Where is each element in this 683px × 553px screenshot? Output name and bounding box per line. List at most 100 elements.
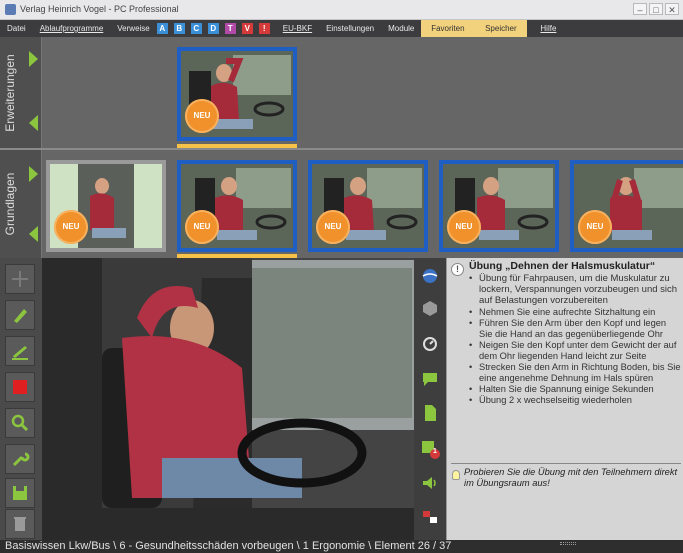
thumbnail-grundlage-2[interactable]: NEU [177,160,297,252]
right-toolbar: 1 [414,258,446,540]
trash-icon [14,517,26,531]
status-bar: Basiswissen Lkw/Bus \ 6 - Gesundheitssch… [0,540,683,553]
left-toolbar [0,258,42,540]
marker-tool[interactable] [5,336,35,366]
menu-ablaufprogramme[interactable]: Ablaufprogramme [33,20,111,37]
breadcrumb: Basiswissen Lkw/Bus \ 6 - Gesundheitssch… [5,540,452,552]
menu-module[interactable]: Module [381,20,421,37]
document-button[interactable] [417,400,443,426]
thumbnail-grundlage-1[interactable]: NEU [46,160,166,252]
document-icon [425,405,436,421]
letter-button-c[interactable]: C [190,23,202,34]
info-icon: ! [451,263,464,276]
letter-button-v[interactable]: V [241,23,253,34]
window-title: Verlag Heinrich Vogel - PC Professional [20,4,179,14]
scroll-left-arrow-icon[interactable] [29,226,38,242]
flag-icon [423,511,437,523]
letter-button-t[interactable]: T [224,23,236,34]
scroll-left-arrow-icon[interactable] [29,115,38,131]
main-content: 1 ! Übung „Dehnen der Halsmuskulatur“ • … [0,258,683,540]
exercise-intro: • Übung für Fahrpausen, um die Muskulatu… [469,273,679,306]
exercise-title: Übung „Dehnen der Halsmuskulatur“ [469,260,656,272]
flag-button[interactable] [417,504,443,530]
delete-tool[interactable] [5,509,35,539]
marker-icon [12,346,28,360]
notification-icon [422,441,440,459]
minimize-button[interactable]: – [633,3,647,15]
exercise-photo [42,258,414,540]
neu-badge: NEU [54,210,88,244]
grundlagen-label-panel: Grundlagen [0,150,42,258]
exercise-intro-bullet: • [469,273,473,284]
driver-stretching-image [42,258,414,540]
globe-button[interactable] [417,263,443,289]
menu-speicher[interactable]: Speicher [474,20,528,37]
thumbnail-grundlage-4[interactable]: NEU [439,160,559,252]
neu-badge: NEU [185,99,219,133]
menu-datei[interactable]: Datei [0,20,33,37]
list-item: Übung 2 x wechselseitig wiederholen [467,395,681,406]
menu-bar: Datei Ablaufprogramme Verweise A B C D T… [0,20,683,37]
window-controls: – □ ✕ [633,3,679,15]
menu-hilfe[interactable]: Hilfe [533,20,563,37]
exercise-intro-text: Übung für Fahrpausen, um die Muskulatur … [479,273,678,306]
color-swatch-icon [13,380,27,394]
notification-button[interactable]: 1 [417,436,443,462]
menu-verweise[interactable]: Verweise [110,20,156,37]
audio-button[interactable] [417,470,443,496]
list-item: Strecken Sie den Arm in Richtung Boden, … [467,362,681,384]
pencil-tool[interactable] [5,300,35,330]
zoom-tool[interactable] [5,408,35,438]
zoom-icon [11,414,29,432]
title-bar: Verlag Heinrich Vogel - PC Professional … [0,0,683,20]
neu-badge: NEU [578,210,612,244]
menu-favoriten[interactable]: Favoriten [421,20,475,37]
save-icon [13,486,27,500]
letter-button-d[interactable]: D [207,23,219,34]
neu-badge: NEU [316,210,350,244]
move-tool[interactable] [5,264,35,294]
divider [451,463,681,464]
scroll-right-arrow-icon[interactable] [29,51,38,67]
color-tool[interactable] [5,372,35,402]
speaker-icon [423,477,436,489]
stopwatch-icon [423,337,437,351]
resize-grip-icon[interactable] [560,542,576,545]
notification-count: 1 [433,448,437,455]
maximize-button[interactable]: □ [649,3,663,15]
letter-button-exclaim[interactable]: ! [258,23,270,34]
menu-eu-bkf[interactable]: EU-BKF [276,20,319,37]
cube-button[interactable] [417,295,443,321]
erweiterungen-label-panel: Erweiterungen [0,37,42,148]
menu-einstellungen[interactable]: Einstellungen [319,20,381,37]
thumbnail-grundlage-3[interactable]: NEU [308,160,428,252]
neu-badge: NEU [185,210,219,244]
wrench-icon [12,452,30,467]
erweiterungen-row: Erweiterungen NEU [0,37,683,149]
letter-button-a[interactable]: A [156,23,168,34]
move-icon [12,271,28,287]
speech-bubble-icon [423,373,437,386]
pencil-icon [14,309,27,323]
scroll-right-arrow-icon[interactable] [29,166,38,182]
comment-button[interactable] [417,366,443,392]
list-item: Neigen Sie den Kopf unter dem Gewicht de… [467,340,681,362]
app-icon [5,4,16,15]
exercise-tip: Probieren Sie die Übung mit den Teilnehm… [464,467,678,488]
list-item: Halten Sie die Spannung einige Sekunden [467,384,681,395]
exercise-steps: Nehmen Sie eine aufrechte Sitzhaltung ei… [467,307,681,406]
timer-button[interactable] [417,330,443,356]
thumbnail-erweiterung-1[interactable]: NEU [177,47,297,141]
grundlagen-label: Grundlagen [3,172,17,236]
thumbnail-grundlage-5[interactable]: NEU [570,160,683,252]
erweiterungen-label: Erweiterungen [3,53,17,132]
close-button[interactable]: ✕ [665,3,679,15]
tools-tool[interactable] [5,444,35,474]
list-item: Führen Sie den Arm über den Kopf und leg… [467,318,681,340]
list-item: Nehmen Sie eine aufrechte Sitzhaltung ei… [467,307,681,318]
lightbulb-icon [452,470,460,480]
save-tool[interactable] [5,478,35,508]
letter-button-b[interactable]: B [173,23,185,34]
cube-icon [423,301,437,316]
grundlagen-row: Grundlagen NEU NEU NEU NEU NEU [0,148,683,259]
